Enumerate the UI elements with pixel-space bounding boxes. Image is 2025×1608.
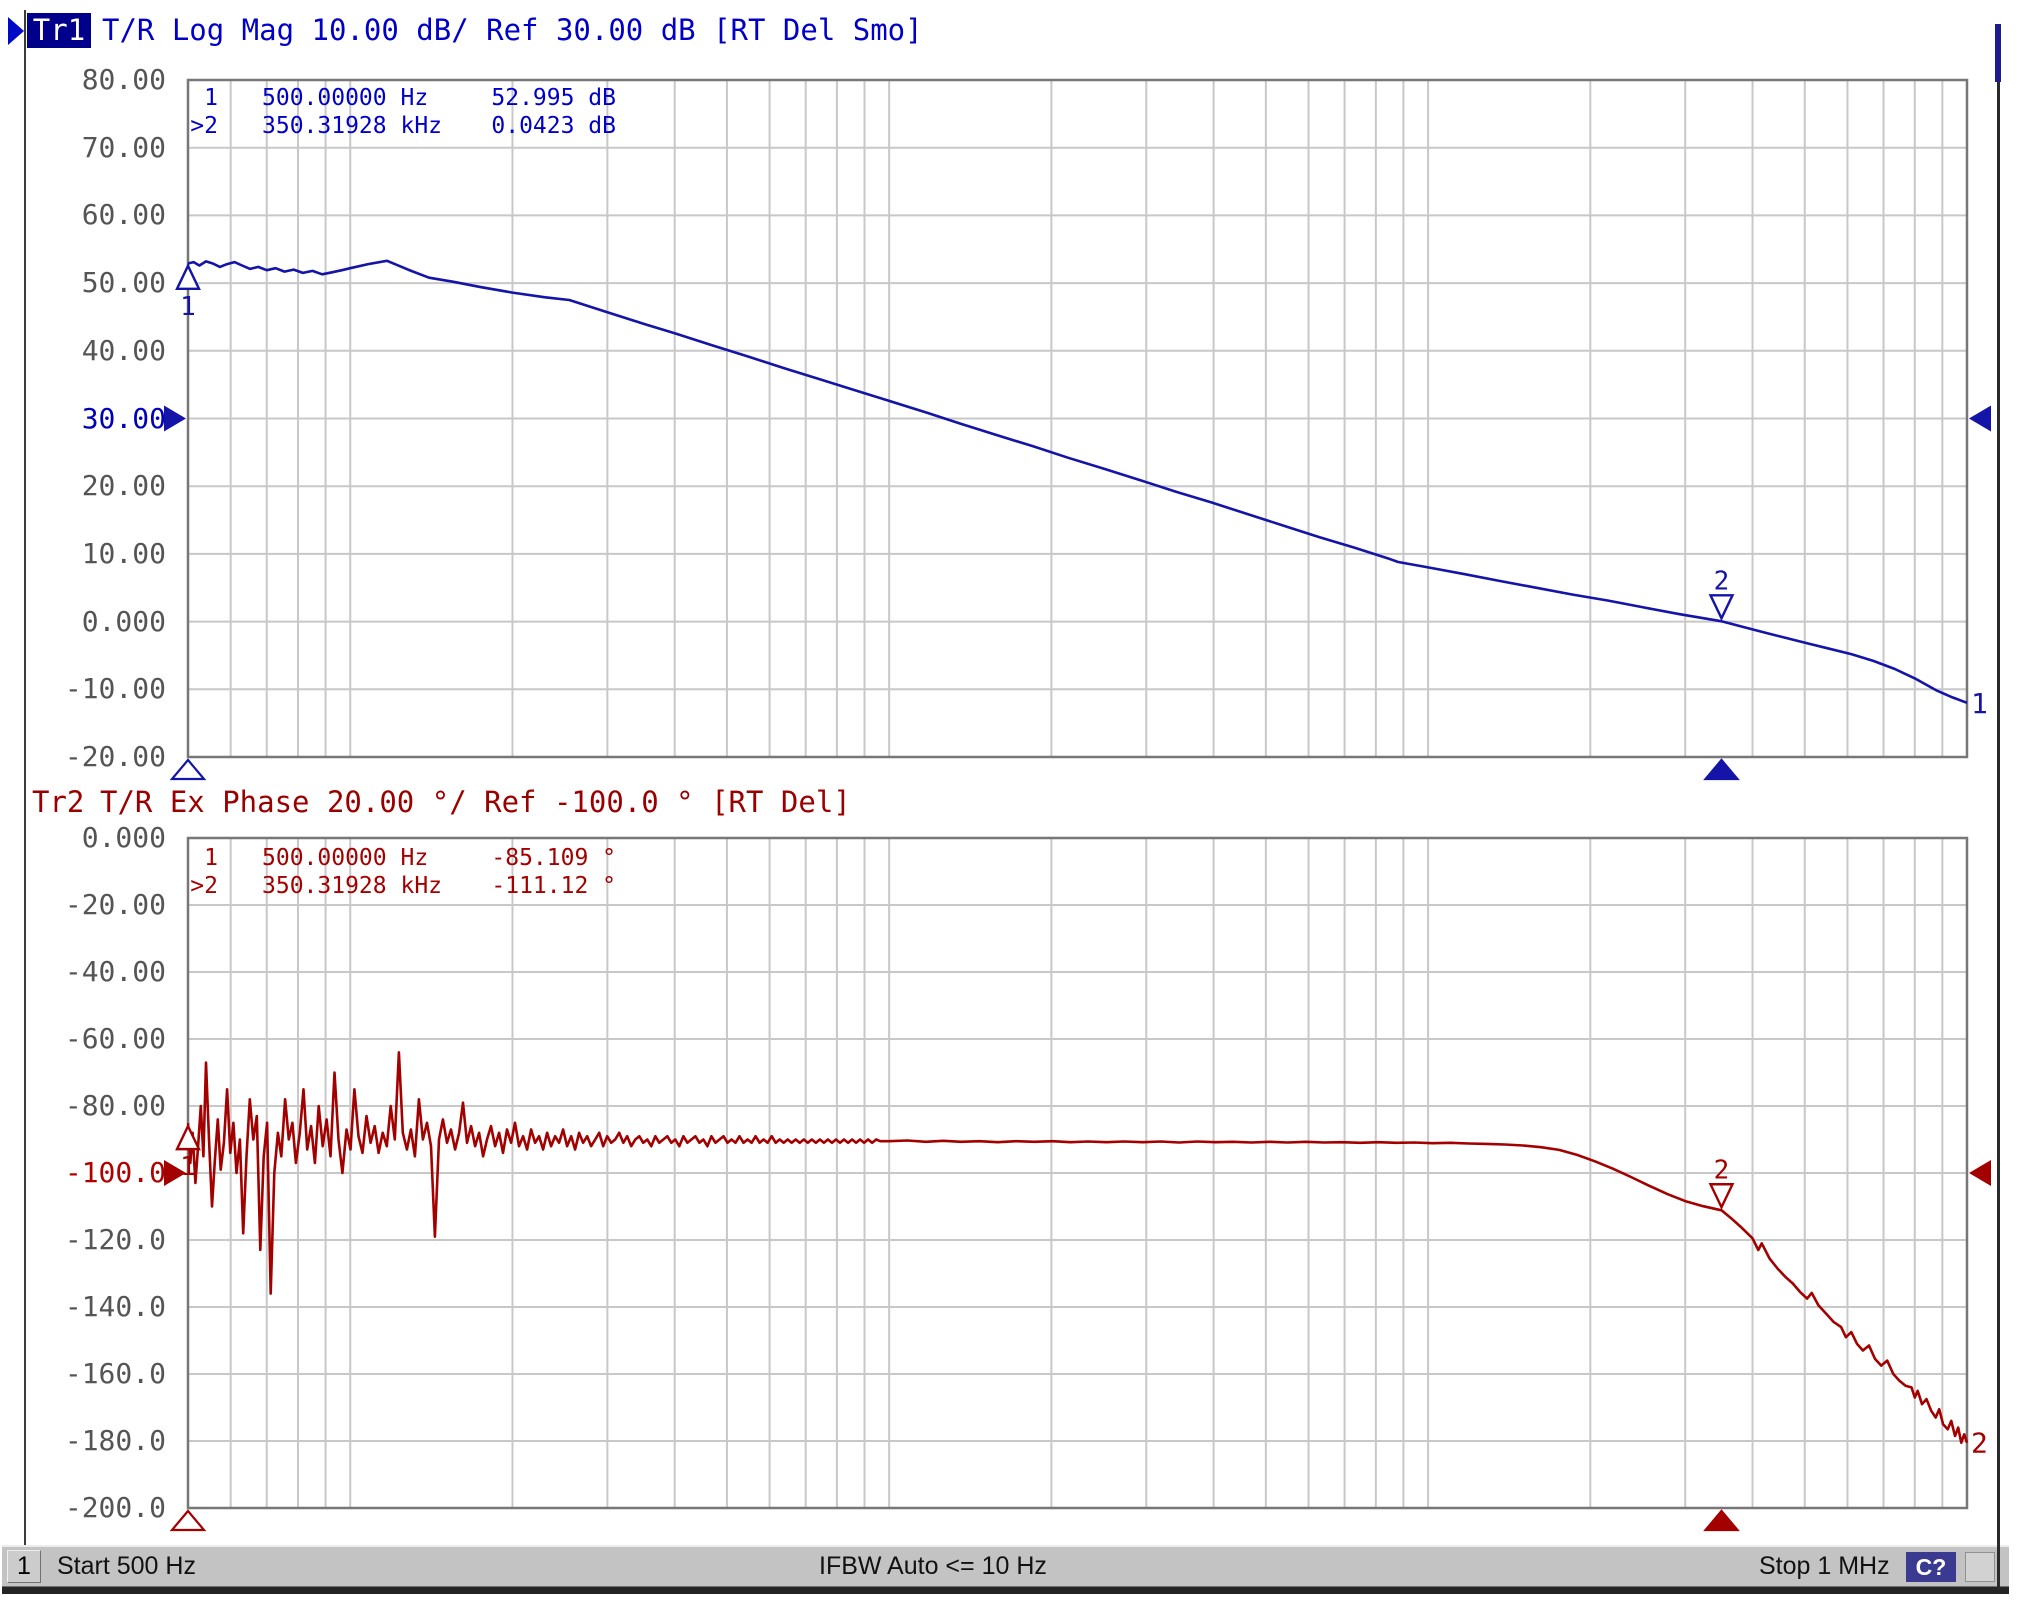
y-axis-label: -100.0 bbox=[20, 1157, 166, 1189]
trace1-tag[interactable]: Tr1 bbox=[27, 13, 91, 48]
marker-readout-row: >2 350.31928 kHz -111.12 ° bbox=[160, 872, 616, 900]
y-axis-label: -160.0 bbox=[20, 1358, 166, 1390]
panel1-grid bbox=[188, 80, 1967, 757]
trace-1 bbox=[188, 261, 1967, 703]
marker-1-glyph[interactable]: 1 bbox=[177, 266, 199, 322]
svg-text:1: 1 bbox=[180, 1152, 196, 1182]
trace2-title[interactable]: T/R Ex Phase 20.00 °/ Ref -100.0 ° [RT D… bbox=[100, 785, 851, 820]
y-axis-label: 20.00 bbox=[20, 470, 166, 502]
marker-readout-row: 1 500.00000 Hz -85.109 ° bbox=[160, 844, 616, 872]
marker-frequency: 500.00000 Hz bbox=[262, 84, 448, 112]
marker-readout-row: 1 500.00000 Hz 52.995 dB bbox=[160, 84, 616, 112]
y-axis-label: -80.00 bbox=[20, 1090, 166, 1122]
y-axis-label: -20.00 bbox=[20, 741, 166, 773]
marker-2-glyph[interactable]: 2 bbox=[1711, 566, 1733, 618]
marker-number: 1 bbox=[160, 84, 218, 112]
ifbw-setting[interactable]: IFBW Auto <= 10 Hz bbox=[819, 1547, 1047, 1586]
marker-1-glyph[interactable]: 1 bbox=[177, 1126, 199, 1182]
y-axis-label: -60.00 bbox=[20, 1023, 166, 1055]
status-bar: 1 Start 500 Hz IFBW Auto <= 10 Hz Stop 1… bbox=[2, 1545, 2009, 1586]
y-axis-label: 0.000 bbox=[20, 822, 166, 854]
trace-2-end-label: 2 bbox=[1971, 1427, 1988, 1460]
marker-number: >2 bbox=[160, 872, 218, 900]
status-spare-box bbox=[1965, 1552, 1995, 1582]
y-axis-label: 80.00 bbox=[20, 64, 166, 96]
marker-number: >2 bbox=[160, 112, 218, 140]
marker-value: -85.109 ° bbox=[448, 844, 616, 872]
panel2-grid bbox=[188, 838, 1967, 1508]
svg-text:1: 1 bbox=[180, 292, 196, 322]
y-axis-label: 70.00 bbox=[20, 132, 166, 164]
svg-text:2: 2 bbox=[1714, 1155, 1730, 1185]
screen-right-edge-top-accent bbox=[1995, 24, 2001, 82]
y-axis-label: 50.00 bbox=[20, 267, 166, 299]
marker-2-stimulus-indicator[interactable] bbox=[1706, 760, 1738, 779]
ref-level-arrow-right-icon bbox=[1969, 406, 1991, 432]
marker-readout-panel1[interactable]: 1 500.00000 Hz 52.995 dB >2 350.31928 kH… bbox=[160, 84, 616, 140]
screen-bottom-edge bbox=[2, 1586, 2009, 1594]
svg-text:2: 2 bbox=[1714, 566, 1730, 596]
marker-value: -111.12 ° bbox=[448, 872, 616, 900]
marker-readout-panel2[interactable]: 1 500.00000 Hz -85.109 ° >2 350.31928 kH… bbox=[160, 844, 616, 900]
y-axis-label: -120.0 bbox=[20, 1224, 166, 1256]
active-trace-arrow-icon bbox=[8, 17, 24, 45]
vna-screen: 1 2 1 1 2 2 Tr1 T/R Log Mag 10.00 dB/ Ref 30.… bbox=[0, 0, 2025, 1608]
y-axis-label: -200.0 bbox=[20, 1492, 166, 1524]
marker-frequency: 350.31928 kHz bbox=[262, 872, 448, 900]
y-axis-label: -20.00 bbox=[20, 889, 166, 921]
y-axis-label: -180.0 bbox=[20, 1425, 166, 1457]
trace-2 bbox=[188, 1052, 1967, 1442]
screen-left-edge bbox=[24, 10, 26, 1545]
y-axis-label: 10.00 bbox=[20, 538, 166, 570]
trace1-title[interactable]: T/R Log Mag 10.00 dB/ Ref 30.00 dB [RT D… bbox=[102, 13, 923, 48]
ref-level-arrow-right-icon bbox=[1969, 1160, 1991, 1186]
channel-indicator[interactable]: 1 bbox=[7, 1550, 41, 1583]
marker-number: 1 bbox=[160, 844, 218, 872]
marker-frequency: 500.00000 Hz bbox=[262, 844, 448, 872]
marker-value: 52.995 dB bbox=[448, 84, 616, 112]
y-axis-label: -40.00 bbox=[20, 956, 166, 988]
marker-readout-row: >2 350.31928 kHz 0.0423 dB bbox=[160, 112, 616, 140]
y-axis-label: 30.00 bbox=[20, 403, 166, 435]
trace2-tag[interactable]: Tr2 bbox=[32, 785, 84, 820]
trace-1-end-label: 1 bbox=[1971, 687, 1988, 720]
marker-1-stimulus-indicator[interactable] bbox=[172, 760, 204, 779]
stop-frequency[interactable]: Stop 1 MHz bbox=[1759, 1547, 1890, 1586]
y-axis-label: 40.00 bbox=[20, 335, 166, 367]
marker-frequency: 350.31928 kHz bbox=[262, 112, 448, 140]
y-axis-label: 0.000 bbox=[20, 606, 166, 638]
cal-status-badge[interactable]: C? bbox=[1906, 1552, 1956, 1582]
marker-2-stimulus-indicator[interactable] bbox=[1706, 1511, 1738, 1530]
y-axis-label: 60.00 bbox=[20, 199, 166, 231]
marker-value: 0.0423 dB bbox=[448, 112, 616, 140]
ref-level-arrow-left-icon bbox=[164, 406, 186, 432]
y-axis-label: -140.0 bbox=[20, 1291, 166, 1323]
marker-1-stimulus-indicator[interactable] bbox=[172, 1511, 204, 1530]
marker-2-glyph[interactable]: 2 bbox=[1711, 1155, 1733, 1207]
start-frequency[interactable]: Start 500 Hz bbox=[57, 1547, 196, 1586]
screen-right-edge bbox=[1997, 24, 2000, 1590]
y-axis-label: -10.00 bbox=[20, 673, 166, 705]
